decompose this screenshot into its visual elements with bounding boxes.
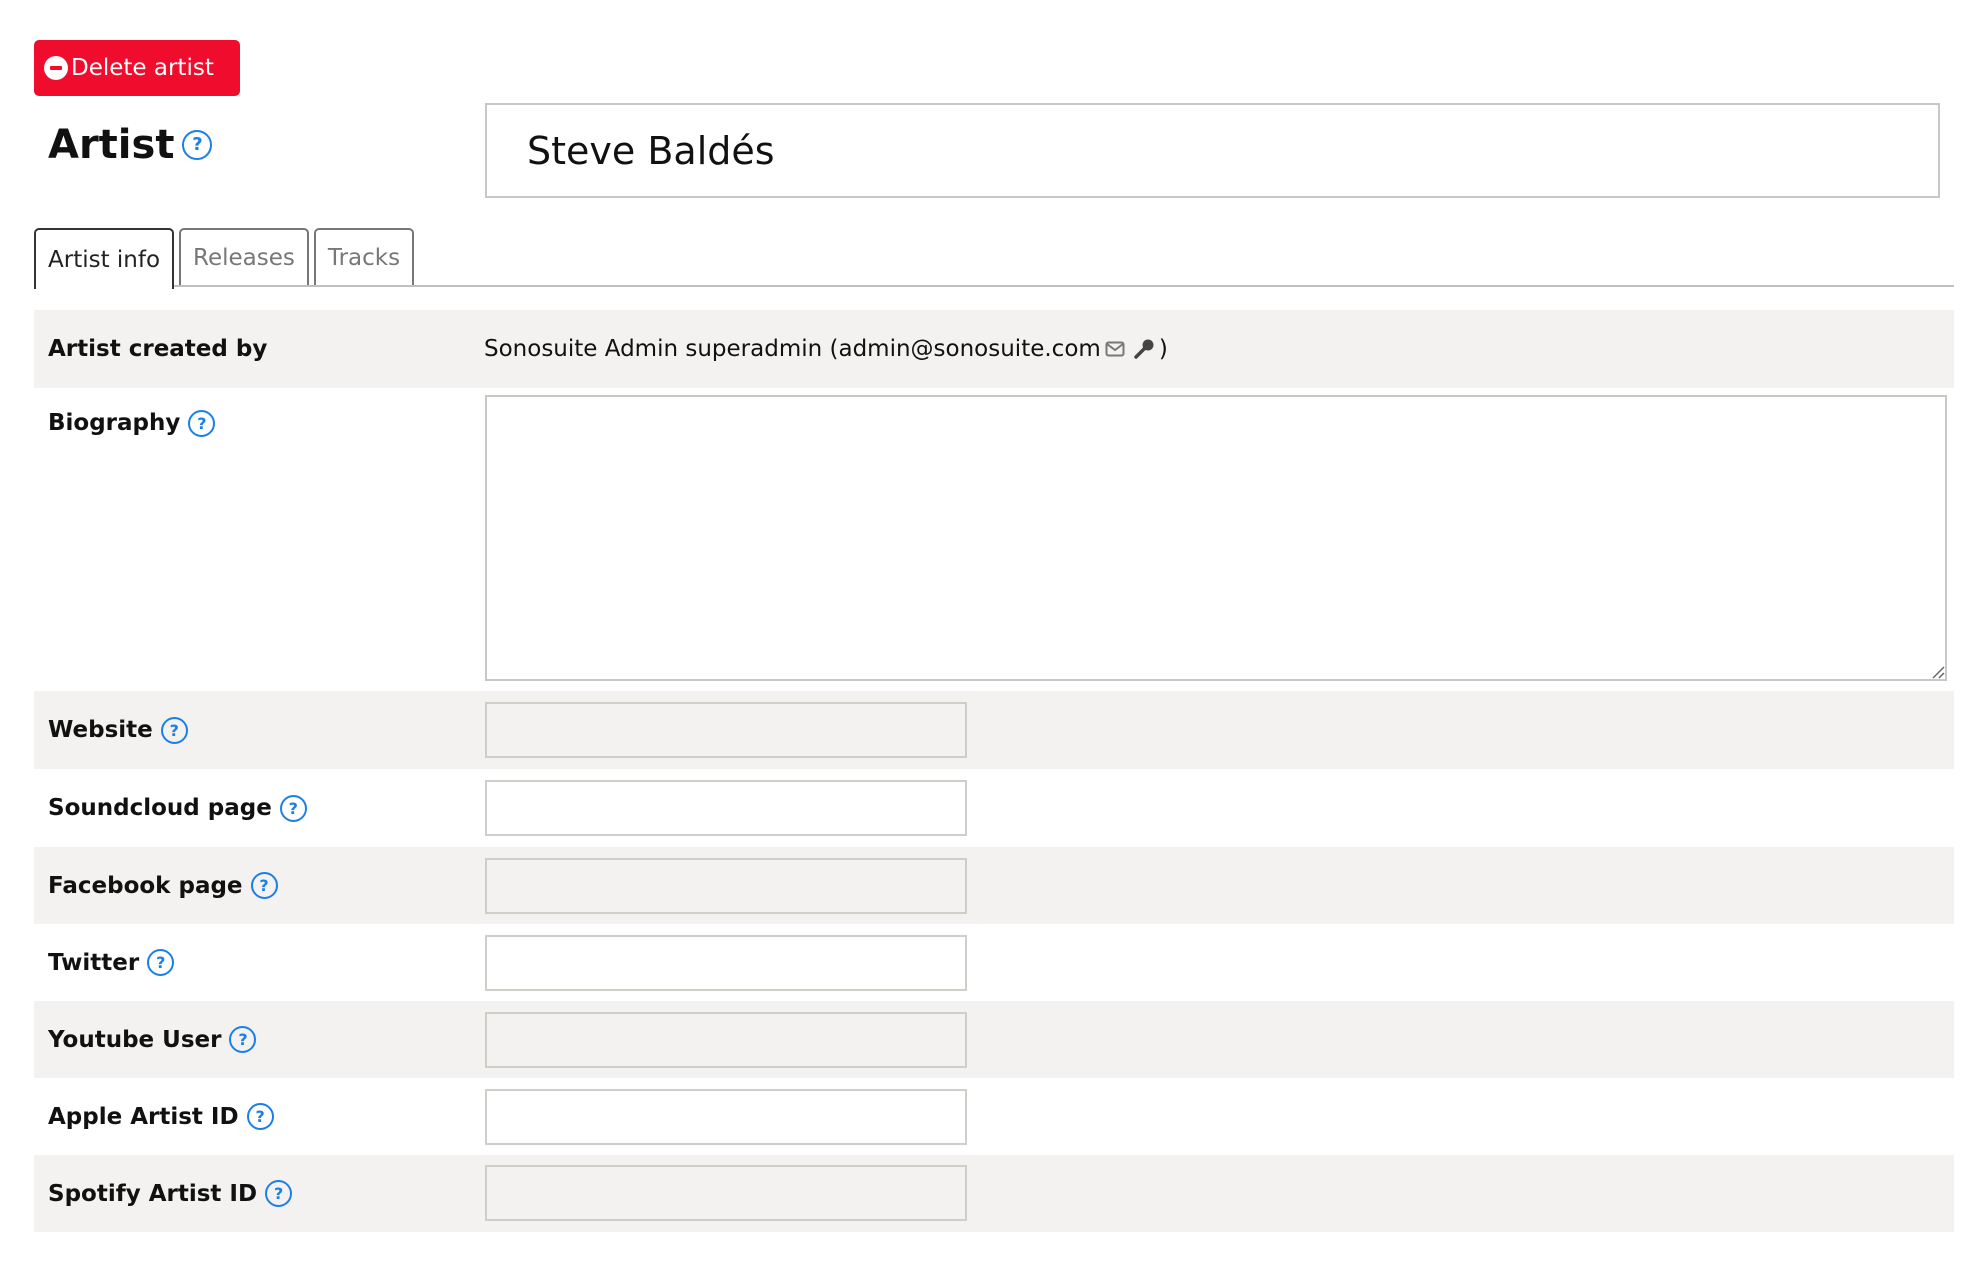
help-icon[interactable]: ? [188, 409, 216, 437]
row-website: Website ? [34, 691, 1954, 769]
tab-label: Tracks [327, 245, 401, 271]
tab-label: Artist info [48, 246, 161, 273]
help-icon[interactable]: ? [250, 872, 278, 899]
row-facebook: Facebook page ? [34, 847, 1954, 924]
page-title-text: Artist [48, 122, 175, 168]
youtube-label: Youtube User ? [48, 1001, 257, 1078]
soundcloud-input[interactable] [485, 780, 967, 836]
help-icon[interactable]: ? [265, 1180, 293, 1207]
help-icon[interactable]: ? [160, 716, 188, 744]
delete-artist-button[interactable]: Delete artist [34, 40, 240, 96]
spotify-label-text: Spotify Artist ID [48, 1180, 258, 1207]
help-icon[interactable]: ? [147, 949, 175, 976]
biography-label-text: Biography [48, 410, 181, 436]
help-icon[interactable]: ? [246, 1103, 274, 1130]
tab-divider [34, 285, 1954, 287]
spotify-label: Spotify Artist ID ? [48, 1155, 293, 1232]
row-twitter: Twitter ? [34, 924, 1954, 1001]
help-icon[interactable]: ? [229, 1026, 257, 1053]
biography-textarea[interactable] [485, 395, 1947, 681]
youtube-input[interactable] [485, 1012, 967, 1068]
row-biography: Biography ? [34, 388, 1954, 691]
apple-label: Apple Artist ID ? [48, 1078, 274, 1155]
envelope-icon[interactable] [1105, 341, 1125, 357]
apple-label-text: Apple Artist ID [48, 1103, 239, 1130]
created-by-value: Sonosuite Admin superadmin (admin@sonosu… [484, 310, 1168, 388]
artist-name-input[interactable] [485, 103, 1940, 198]
row-youtube: Youtube User ? [34, 1001, 1954, 1078]
facebook-input[interactable] [485, 858, 967, 914]
creator-closing: ) [1158, 336, 1168, 362]
twitter-label-text: Twitter [48, 949, 140, 976]
website-input[interactable] [485, 702, 967, 758]
row-spotify: Spotify Artist ID ? [34, 1155, 1954, 1232]
row-soundcloud: Soundcloud page ? [34, 769, 1954, 847]
page-title: Artist ? [48, 122, 213, 168]
tab-label: Releases [193, 245, 295, 271]
tab-artist-info[interactable]: Artist info [34, 228, 175, 289]
spotify-artist-id-input[interactable] [485, 1165, 967, 1221]
minus-circle-icon [44, 56, 68, 80]
row-created-by: Artist created by Sonosuite Admin supera… [34, 310, 1954, 388]
soundcloud-label: Soundcloud page ? [48, 769, 307, 847]
help-icon[interactable]: ? [182, 130, 213, 160]
row-apple: Apple Artist ID ? [34, 1078, 1954, 1155]
biography-label: Biography ? [48, 408, 216, 438]
tab-tracks[interactable]: Tracks [313, 228, 415, 286]
delete-artist-label: Delete artist [71, 55, 214, 81]
created-by-label: Artist created by [48, 310, 267, 388]
tab-releases[interactable]: Releases [179, 228, 309, 286]
resize-grip-icon[interactable] [1931, 665, 1945, 679]
key-icon[interactable] [1133, 338, 1155, 360]
twitter-input[interactable] [485, 935, 967, 991]
website-label: Website ? [48, 691, 188, 769]
twitter-label: Twitter ? [48, 924, 175, 1001]
creator-text: Sonosuite Admin superadmin (admin@sonosu… [484, 336, 1101, 362]
help-icon[interactable]: ? [279, 794, 307, 822]
facebook-label: Facebook page ? [48, 847, 278, 924]
youtube-label-text: Youtube User [48, 1026, 222, 1053]
soundcloud-label-text: Soundcloud page [48, 795, 272, 821]
website-label-text: Website [48, 717, 153, 743]
created-by-label-text: Artist created by [48, 336, 268, 362]
apple-artist-id-input[interactable] [485, 1089, 967, 1145]
tab-bar: Artist info Releases Tracks [34, 228, 415, 289]
facebook-label-text: Facebook page [48, 872, 243, 899]
